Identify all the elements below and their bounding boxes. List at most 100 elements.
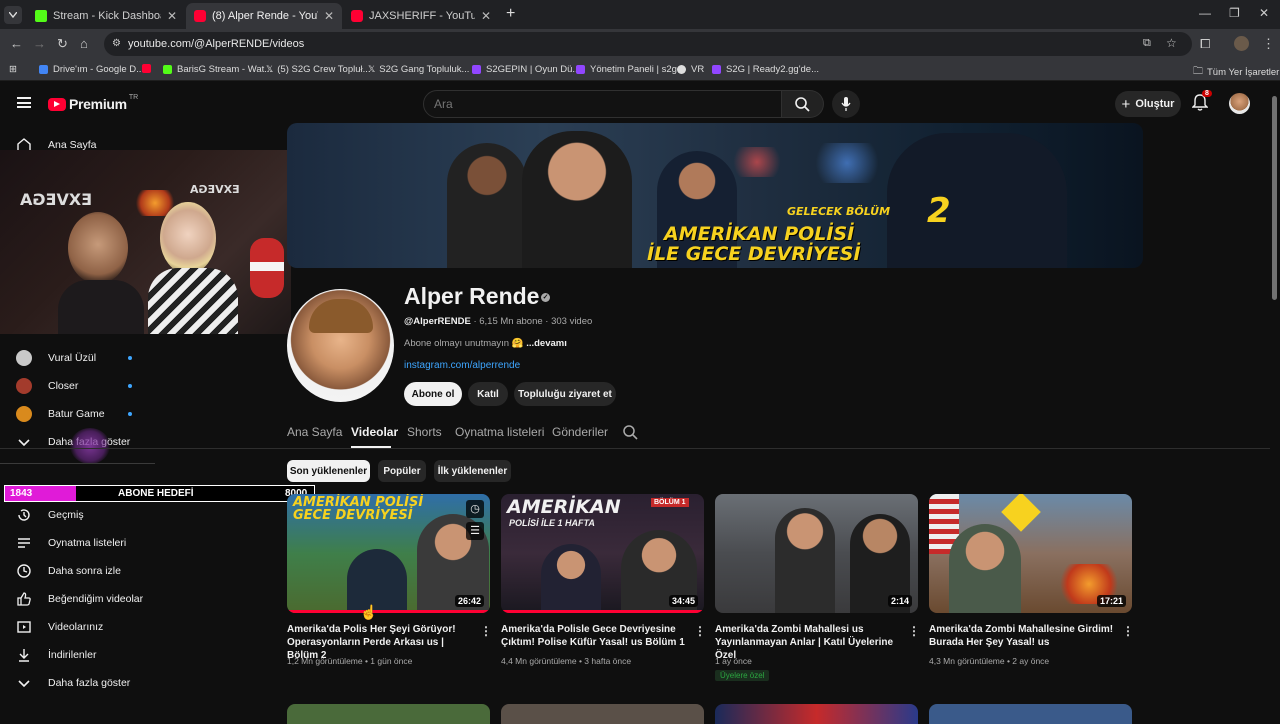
channel-description[interactable]: Abone olmayı unutmayın 🤗 ...devamı bbox=[404, 338, 567, 349]
sidebar-item-show-more[interactable]: Daha fazla göster bbox=[0, 669, 200, 697]
search-input[interactable] bbox=[434, 97, 764, 111]
notifications-button[interactable]: 8 bbox=[1191, 90, 1212, 117]
bookmark-label: (5) S2G Crew Topluł... bbox=[277, 64, 371, 75]
chip-oldest[interactable]: İlk yüklenenler bbox=[434, 460, 511, 482]
video-thumbnail[interactable] bbox=[715, 704, 918, 724]
tab-shorts[interactable]: Shorts bbox=[407, 425, 442, 439]
search-button[interactable] bbox=[782, 90, 824, 118]
bookmark-item[interactable]: Drive'ım - Google D... bbox=[39, 64, 144, 75]
new-content-dot bbox=[128, 356, 132, 360]
minimize-icon[interactable]: — bbox=[1199, 6, 1211, 20]
video-title[interactable]: Amerika'da Zombi Mahallesine Girdim! Bur… bbox=[929, 623, 1114, 649]
voice-search-button[interactable] bbox=[832, 90, 860, 118]
sidebar-item-downloads[interactable]: İndirilenler bbox=[0, 641, 200, 669]
create-button[interactable]: + Oluştur bbox=[1115, 91, 1181, 117]
bookmark-item[interactable]: S2GEPIN | Oyun Dü... bbox=[472, 64, 580, 75]
sidebar-item-history[interactable]: Geçmiş bbox=[0, 501, 200, 529]
page-scrollbar[interactable] bbox=[1272, 96, 1277, 300]
chip-latest[interactable]: Son yüklenenler bbox=[287, 460, 370, 482]
sidebar-item-label: İndirilenler bbox=[48, 649, 97, 661]
tab-playlists[interactable]: Oynatma listeleri bbox=[455, 425, 544, 439]
browser-tab-youtube-alper[interactable]: (8) Alper Rende - YouTube ✕ bbox=[186, 3, 342, 29]
address-bar[interactable]: ⚙ youtube.com/@AlperRENDE/videos ⧉ ☆ bbox=[104, 32, 1192, 56]
bookmark-item[interactable]: BarisG Stream - Wat... bbox=[163, 64, 272, 75]
sidebar-item-watch-later[interactable]: Daha sonra izle bbox=[0, 557, 200, 585]
install-app-icon[interactable]: ⧉ bbox=[1143, 37, 1151, 50]
video-thumbnail[interactable]: AMERİKAN POLİSİ İLE 1 HAFTA BÖLÜM 1 34:4… bbox=[501, 494, 704, 613]
sidebar-sub-vural[interactable]: Vural Üzül bbox=[0, 344, 200, 372]
video-thumbnail[interactable]: 2:14 bbox=[715, 494, 918, 613]
video-thumbnail[interactable]: AMERİKAN POLİSİ GECE DEVRİYESİ ◷ ☰ 26:42 bbox=[287, 494, 490, 613]
channel-handle: @AlperRENDE bbox=[404, 316, 471, 327]
bookmark-item[interactable]: 𝕏 (5) S2G Crew Topluł... bbox=[266, 64, 371, 75]
join-button[interactable]: Katıl bbox=[468, 382, 508, 406]
reload-icon[interactable]: ↻ bbox=[57, 36, 68, 52]
tab-home[interactable]: Ana Sayfa bbox=[287, 425, 342, 439]
tab-search-button[interactable] bbox=[4, 6, 22, 24]
channel-avatar[interactable] bbox=[287, 289, 394, 402]
tab-videos[interactable]: Videolar bbox=[351, 425, 398, 439]
browser-tab-strip: Stream - Kick Dashboard ✕ (8) Alper Rend… bbox=[0, 0, 1280, 29]
apps-grid-icon[interactable]: ⊞ bbox=[9, 64, 17, 75]
close-icon[interactable]: ✕ bbox=[324, 9, 334, 23]
more-options-icon[interactable]: ⋮ bbox=[1122, 624, 1134, 638]
sidebar-item-label: Beğendiğim videolar bbox=[48, 593, 144, 605]
more-options-icon[interactable]: ⋮ bbox=[480, 624, 492, 638]
youtube-logo[interactable]: Premium TR bbox=[48, 94, 138, 112]
visit-community-button[interactable]: Topluluğu ziyaret et bbox=[514, 382, 616, 406]
video-thumbnail[interactable] bbox=[501, 704, 704, 724]
sidebar-item-label: Geçmiş bbox=[48, 509, 84, 521]
sidebar-item-playlists[interactable]: Oynatma listeleri bbox=[0, 529, 200, 557]
forward-icon[interactable]: → bbox=[33, 36, 46, 51]
back-icon[interactable]: ← bbox=[10, 36, 23, 51]
sidebar-item-your-videos[interactable]: Videolarınız bbox=[0, 613, 200, 641]
profile-avatar[interactable] bbox=[1234, 36, 1249, 51]
browser-tab-youtube-jax[interactable]: JAXSHERIFF - YouTube ✕ bbox=[343, 3, 499, 29]
account-avatar[interactable] bbox=[1229, 93, 1250, 114]
bookmark-item[interactable]: VR bbox=[677, 64, 704, 75]
video-meta: 1,2 Mn görüntüleme • 1 gün önce bbox=[287, 656, 413, 666]
bookmark-item[interactable] bbox=[142, 64, 156, 73]
video-thumbnail[interactable] bbox=[929, 704, 1132, 724]
extensions-icon[interactable]: ⧠ bbox=[1200, 36, 1210, 52]
video-thumbnail[interactable] bbox=[287, 704, 490, 724]
more-options-icon[interactable]: ⋮ bbox=[694, 624, 706, 638]
bookmark-item[interactable]: S2G | Ready2.gg'de... bbox=[712, 64, 819, 75]
chip-popular[interactable]: Popüler bbox=[378, 460, 426, 482]
site-info-icon[interactable]: ⚙ bbox=[112, 38, 121, 49]
sidebar-sub-closer[interactable]: Closer bbox=[0, 372, 200, 400]
bookmark-label: S2G | Ready2.gg'de... bbox=[726, 64, 820, 75]
hamburger-menu-icon[interactable] bbox=[17, 97, 31, 108]
channel-stats: · 6,15 Mn abone · 303 video bbox=[470, 316, 593, 327]
sidebar-item-label: Daha fazla göster bbox=[48, 677, 131, 689]
chevron-down-icon bbox=[18, 680, 30, 688]
sidebar-sub-batur[interactable]: Batur Game bbox=[0, 400, 200, 428]
sidebar-item-label: Vural Üzül bbox=[48, 352, 97, 364]
watch-later-icon[interactable]: ◷ bbox=[466, 500, 484, 518]
more-options-icon[interactable]: ⋮ bbox=[908, 624, 920, 638]
home-icon[interactable]: ⌂ bbox=[80, 36, 88, 51]
close-icon[interactable]: ✕ bbox=[167, 9, 177, 23]
bookmark-item[interactable]: Yönetim Paneli | s2g... bbox=[576, 64, 685, 75]
bookmark-item[interactable]: 𝕏 S2G Gang Topluluk... bbox=[368, 64, 469, 75]
new-tab-button[interactable]: + bbox=[506, 5, 515, 23]
video-thumbnail[interactable]: 17:21 bbox=[929, 494, 1132, 613]
sidebar-item-label: Oynatma listeleri bbox=[48, 537, 127, 549]
add-to-queue-icon[interactable]: ☰ bbox=[466, 522, 484, 540]
tab-posts[interactable]: Gönderiler bbox=[552, 425, 608, 439]
close-icon[interactable]: ✕ bbox=[481, 9, 491, 23]
bookmark-star-icon[interactable]: ☆ bbox=[1166, 36, 1177, 50]
sidebar-item-liked[interactable]: Beğendiğim videolar bbox=[0, 585, 200, 613]
subscribe-button[interactable]: Abone ol bbox=[404, 382, 462, 406]
browser-menu-icon[interactable]: ⋮ bbox=[1262, 36, 1275, 52]
all-bookmarks-folder[interactable]: 🗀 Tüm Yer İşaretleri bbox=[1193, 64, 1280, 81]
bookmark-label: BarisG Stream - Wat... bbox=[177, 64, 273, 75]
maximize-icon[interactable]: ❐ bbox=[1229, 6, 1240, 20]
play-triangle bbox=[54, 101, 60, 107]
webcam-person-right-body bbox=[148, 268, 238, 334]
video-title[interactable]: Amerika'da Polisle Gece Devriyesine Çıkt… bbox=[501, 623, 686, 649]
window-close-icon[interactable]: ✕ bbox=[1259, 6, 1269, 20]
channel-link[interactable]: instagram.com/alperrende bbox=[404, 360, 520, 371]
search-icon[interactable] bbox=[623, 425, 638, 440]
browser-tab-kick[interactable]: Stream - Kick Dashboard ✕ bbox=[27, 3, 185, 29]
